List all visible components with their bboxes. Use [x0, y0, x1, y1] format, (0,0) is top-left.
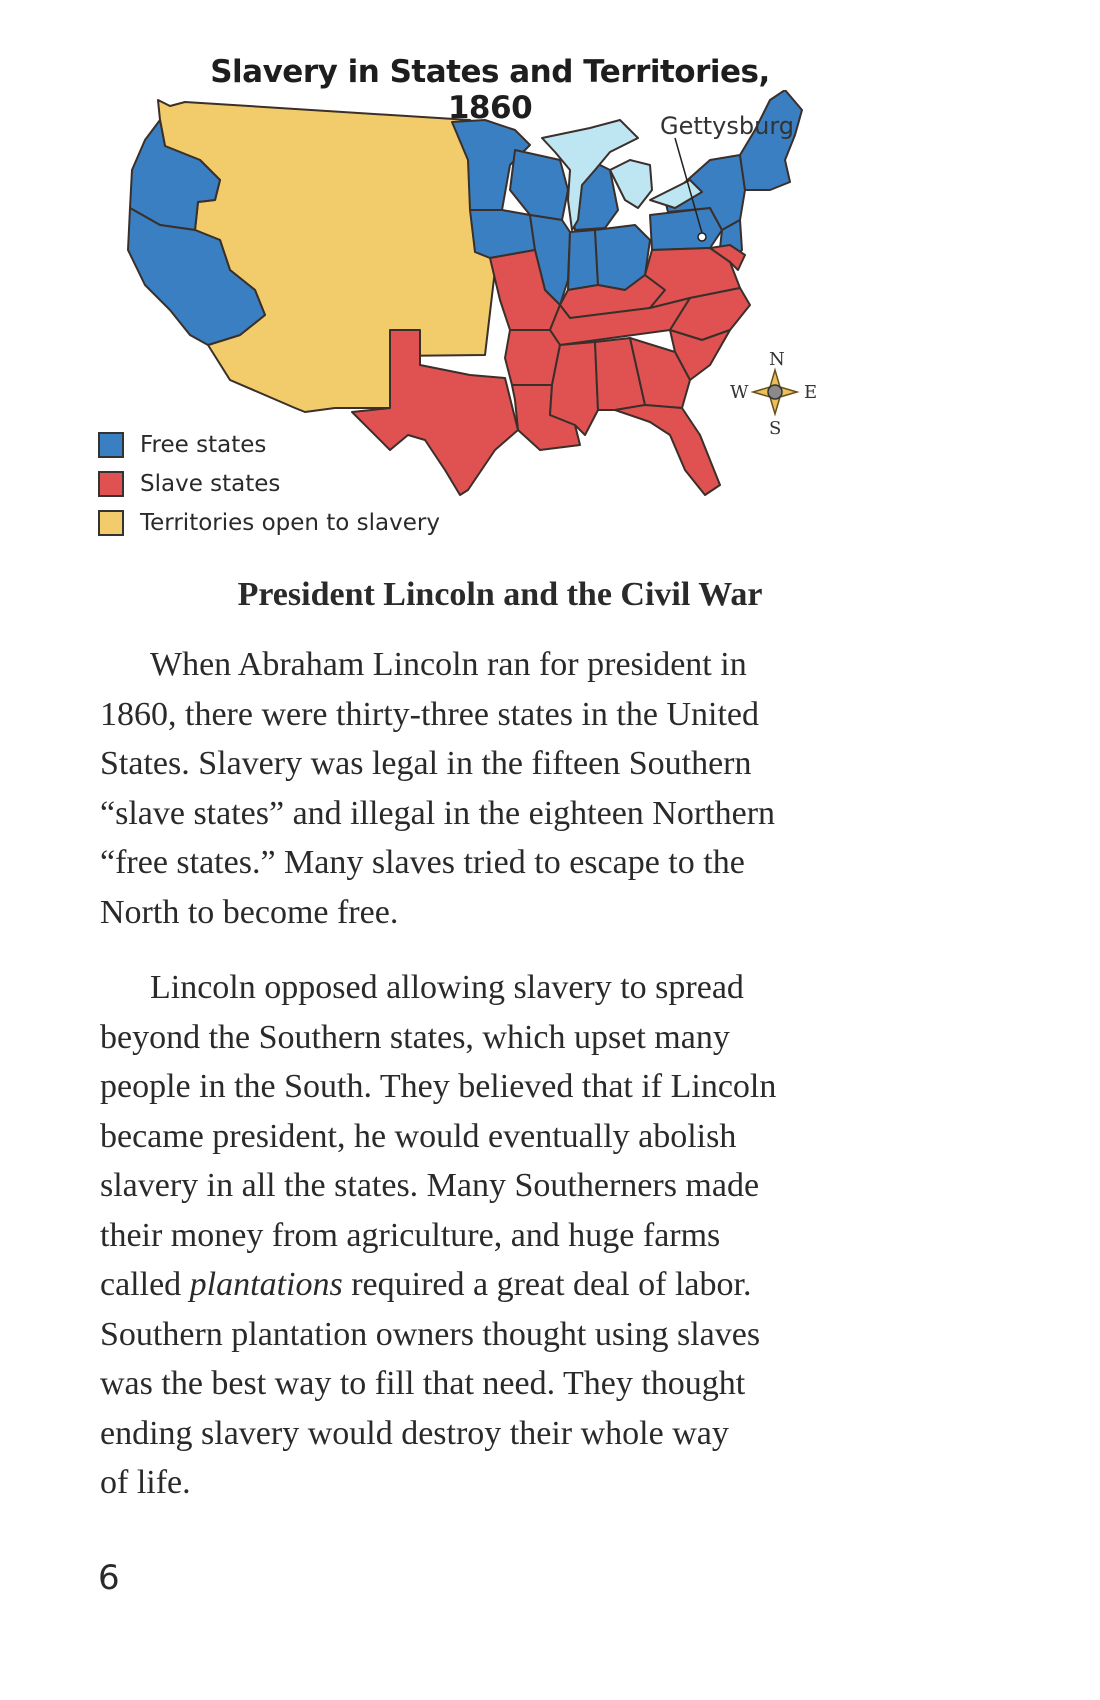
compass-south-label: S: [769, 418, 782, 439]
legend-swatch-slave: [98, 470, 124, 497]
legend-item-free: Free states: [98, 425, 440, 464]
italic-term-plantations: plantations: [189, 1266, 343, 1303]
text-line: was the best way to fill that need. They…: [100, 1365, 746, 1402]
body-text: When Abraham Lincoln ran for president i…: [100, 640, 900, 1534]
state-arkansas: [504, 329, 561, 386]
text-fragment: required a great deal of labor.: [342, 1266, 752, 1303]
text-line: of life.: [100, 1464, 191, 1501]
text-fragment: called: [100, 1266, 190, 1303]
legend-item-slave: Slave states: [98, 464, 440, 503]
text-line: When Abraham Lincoln ran for president i…: [150, 646, 747, 683]
text-line: ending slavery would destroy their whole…: [100, 1414, 729, 1452]
gettysburg-dot: [697, 232, 707, 242]
text-line: became president, he would eventually ab…: [100, 1117, 737, 1155]
text-line: beyond the Southern states, which upset …: [100, 1018, 730, 1056]
text-line: Southern plantation owners thought using…: [100, 1315, 761, 1353]
text-line: 1860, there were thirty-three states in …: [100, 695, 759, 733]
text-line: “free states.” Many slaves tried to esca…: [100, 844, 745, 881]
state-pennsylvania: [649, 207, 723, 251]
compass-rose: [750, 367, 800, 417]
text-line: slavery in all the states. Many Southern…: [100, 1167, 760, 1204]
state-new-england: [739, 90, 803, 191]
gettysburg-label: Gettysburg: [660, 112, 795, 140]
text-line-plantations: called plantations required a great deal…: [100, 1260, 900, 1310]
text-line: “slave states” and illegal in the eighte…: [100, 794, 776, 832]
paragraph-2: Lincoln opposed allowing slavery to spre…: [100, 963, 900, 1508]
text-line: people in the South. They believed that …: [100, 1068, 777, 1105]
text-line: North to become free.: [100, 893, 399, 931]
state-indiana: [567, 229, 599, 291]
map-legend: Free states Slave states Territories ope…: [98, 425, 440, 542]
compass-west-label: W: [730, 382, 749, 403]
legend-label-free: Free states: [140, 431, 267, 458]
legend-item-territory: Territories open to slavery: [98, 503, 440, 542]
paragraph-1: When Abraham Lincoln ran for president i…: [100, 640, 900, 937]
compass-north-label: N: [769, 349, 785, 370]
text-line: their money from agriculture, and huge f…: [100, 1216, 721, 1254]
legend-swatch-free: [98, 431, 124, 458]
legend-swatch-territory: [98, 509, 124, 536]
page-number: 6: [98, 1558, 120, 1598]
legend-label-slave: Slave states: [140, 470, 281, 497]
state-wisconsin: [509, 149, 569, 221]
text-line: States. Slavery was legal in the fifteen…: [100, 745, 752, 782]
state-florida: [614, 404, 721, 496]
legend-label-territory: Territories open to slavery: [140, 509, 440, 536]
section-heading: President Lincoln and the Civil War: [237, 576, 763, 613]
text-line: Lincoln opposed allowing slavery to spre…: [150, 969, 744, 1006]
compass-east-label: E: [804, 382, 818, 403]
